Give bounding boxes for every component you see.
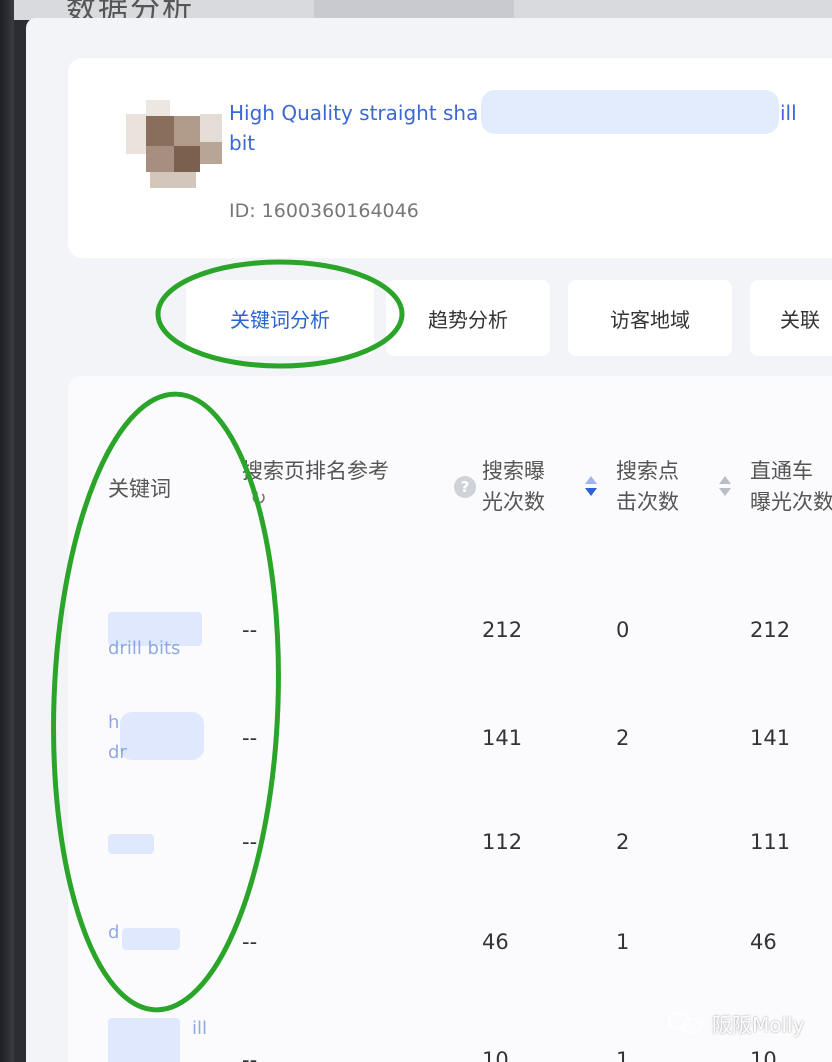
watermark: 阪阪Molly	[668, 1008, 804, 1038]
keyword-column-highlight-circle	[51, 391, 281, 1013]
annotation-layer	[51, 259, 405, 1013]
wechat-icon	[668, 1008, 704, 1038]
tab-highlight-circle	[155, 259, 405, 369]
watermark-text: 阪阪Molly	[712, 1012, 805, 1037]
